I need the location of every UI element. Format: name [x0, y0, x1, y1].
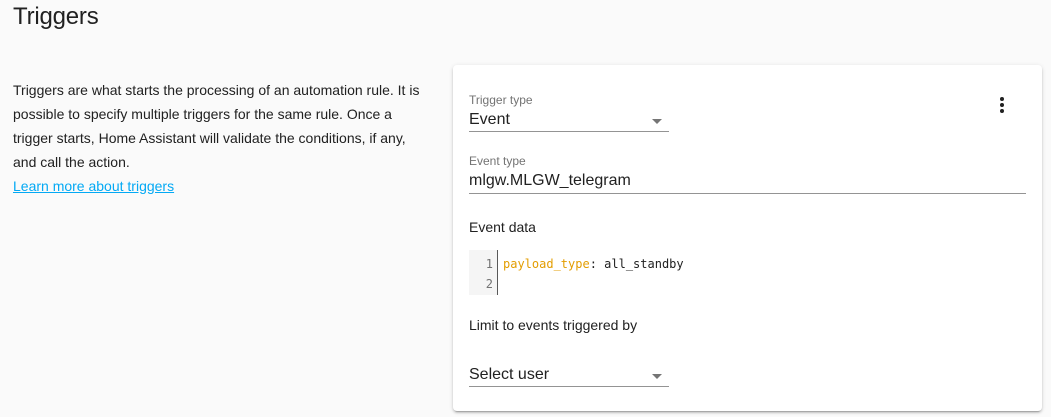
limit-users-label: Limit to events triggered by	[469, 317, 638, 333]
event-data-code-editor[interactable]: 1 2 payload_type: all_standby	[469, 250, 1026, 295]
user-select-underline	[469, 386, 669, 387]
trigger-card: Trigger type Event Event type mlgw.MLGW_…	[453, 65, 1042, 411]
event-type-input[interactable]: mlgw.MLGW_telegram	[469, 172, 631, 190]
dots-vertical-icon[interactable]	[990, 93, 1014, 117]
trigger-type-value[interactable]: Event	[469, 111, 510, 129]
learn-more-link[interactable]: Learn more about triggers	[13, 178, 174, 194]
user-select-value[interactable]: Select user	[469, 366, 549, 384]
section-title: Triggers	[13, 3, 99, 30]
yaml-key: payload_type	[503, 257, 590, 271]
trigger-type-underline	[469, 131, 669, 132]
event-data-label: Event data	[469, 219, 536, 235]
line-number: 1	[485, 257, 493, 271]
description-text: Triggers are what starts the processing …	[13, 82, 420, 170]
line-number-gutter: 1 2	[469, 250, 498, 295]
trigger-type-label: Trigger type	[469, 93, 533, 107]
yaml-separator: :	[589, 257, 605, 271]
yaml-value: all_standby	[604, 257, 684, 271]
chevron-down-icon[interactable]	[652, 374, 662, 379]
event-type-underline	[469, 193, 1026, 194]
section-description: Triggers are what starts the processing …	[13, 78, 423, 198]
line-number: 2	[485, 277, 493, 291]
code-line[interactable]: payload_type: all_standby	[503, 257, 684, 271]
chevron-down-icon[interactable]	[652, 119, 662, 124]
event-type-label: Event type	[469, 154, 526, 168]
